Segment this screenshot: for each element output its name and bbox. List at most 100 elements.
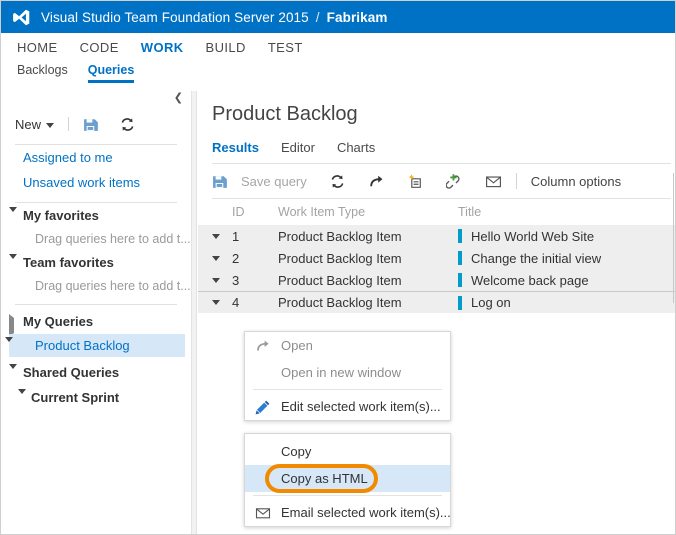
- sidebar-group-my-favorites[interactable]: My favorites: [1, 203, 191, 228]
- new-work-item-icon[interactable]: [407, 173, 424, 190]
- menu-item-label: Open in new window: [281, 365, 401, 380]
- triangle-down-icon: [18, 394, 26, 409]
- row-title: Change the initial view: [471, 251, 601, 266]
- table-row[interactable]: 4 Product Backlog Item Log on: [198, 291, 675, 313]
- menu-item-label: Copy: [281, 444, 311, 459]
- row-type: Product Backlog Item: [278, 273, 458, 288]
- visual-studio-logo-icon: [12, 8, 31, 27]
- table-row[interactable]: 1 Product Backlog Item Hello World Web S…: [198, 225, 675, 247]
- product-name: Visual Studio Team Foundation Server 201…: [41, 10, 309, 25]
- row-title: Welcome back page: [471, 273, 589, 288]
- row-id: 4: [228, 295, 278, 310]
- menu-separator: [253, 495, 442, 496]
- query-tabs: Results Editor Charts: [198, 126, 675, 163]
- panel-splitter[interactable]: [191, 91, 197, 534]
- sidebar-group-team-favorites[interactable]: Team favorites: [1, 250, 191, 275]
- row-expander[interactable]: [212, 300, 228, 305]
- triangle-down-icon: [5, 342, 13, 357]
- work-item-type-color-bar: [458, 251, 462, 265]
- sidebar-collapse-row: ❮: [1, 91, 191, 109]
- nav-item-test[interactable]: TEST: [268, 40, 303, 55]
- menu-item-email-selected-work-items[interactable]: Email selected work item(s)...: [245, 499, 450, 526]
- title-bar: Visual Studio Team Foundation Server 201…: [1, 1, 676, 33]
- subnav-item-backlogs[interactable]: Backlogs: [17, 63, 68, 83]
- refresh-icon[interactable]: [329, 173, 346, 190]
- triangle-down-icon: [212, 300, 220, 305]
- row-id: 2: [228, 251, 278, 266]
- tab-results[interactable]: Results: [212, 140, 259, 163]
- menu-item-label: Email selected work item(s)...: [281, 505, 451, 520]
- triangle-down-icon: [9, 369, 17, 384]
- nav-item-work[interactable]: WORK: [141, 40, 184, 55]
- menu-item-label: Edit selected work item(s)...: [281, 399, 441, 414]
- sidebar-hint-team-favorites: Drag queries here to add t...: [1, 275, 191, 297]
- row-title-cell: Welcome back page: [458, 273, 675, 288]
- subnav-item-queries[interactable]: Queries: [88, 63, 135, 83]
- row-type: Product Backlog Item: [278, 251, 458, 266]
- row-title: Hello World Web Site: [471, 229, 594, 244]
- triangle-down-icon: [212, 234, 220, 239]
- sidebar-tree-label: My Queries: [23, 314, 93, 329]
- sidebar-toolbar: New: [1, 109, 191, 139]
- save-queries-icon[interactable]: [83, 116, 100, 133]
- menu-item-copy-as-html[interactable]: Copy as HTML: [245, 465, 450, 492]
- row-title-cell: Log on: [458, 295, 675, 310]
- row-expander[interactable]: [212, 278, 228, 283]
- menu-item-open[interactable]: Open: [245, 332, 450, 359]
- context-menu-primary: Open Open in new window Edit selected wo…: [244, 331, 451, 421]
- menu-item-open-in-new-window[interactable]: Open in new window: [245, 359, 450, 386]
- new-query-label: New: [15, 117, 41, 132]
- add-link-icon[interactable]: [446, 173, 463, 190]
- table-row[interactable]: 3 Product Backlog Item Welcome back page: [198, 269, 675, 291]
- grid-vertical-scrollbar[interactable]: [673, 173, 674, 303]
- sidebar-tree-my-queries[interactable]: My Queries: [1, 309, 191, 334]
- sidebar-link-assigned-to-me[interactable]: Assigned to me: [1, 145, 191, 170]
- sidebar-tree-current-sprint[interactable]: Current Sprint: [1, 385, 191, 410]
- table-row[interactable]: 2 Product Backlog Item Change the initia…: [198, 247, 675, 269]
- row-type: Product Backlog Item: [278, 295, 458, 310]
- nav-item-code[interactable]: CODE: [80, 40, 119, 55]
- context-menu-secondary: Copy Copy as HTML Email selected work it…: [244, 433, 451, 527]
- row-title-cell: Hello World Web Site: [458, 229, 675, 244]
- new-query-button[interactable]: New: [15, 117, 54, 132]
- nav-item-build[interactable]: BUILD: [206, 40, 246, 55]
- secondary-nav: Backlogs Queries: [1, 63, 676, 89]
- sidebar-divider-3: [15, 304, 177, 305]
- column-options-button[interactable]: Column options: [531, 174, 621, 189]
- grid-header-id[interactable]: ID: [228, 205, 278, 219]
- sidebar-tree-label: Shared Queries: [23, 365, 119, 380]
- save-query-label[interactable]: Save query: [241, 174, 307, 189]
- sidebar-link-unsaved-work-items[interactable]: Unsaved work items: [1, 170, 191, 195]
- sidebar-query-label: Product Backlog: [35, 338, 130, 353]
- menu-separator: [253, 389, 442, 390]
- sidebar-query-product-backlog[interactable]: Product Backlog: [9, 334, 185, 357]
- open-arrow-icon: [255, 338, 271, 354]
- chevron-left-icon[interactable]: ❮: [174, 92, 183, 104]
- save-query-icon[interactable]: [212, 173, 229, 190]
- row-expander[interactable]: [212, 256, 228, 261]
- grid-header-title[interactable]: Title: [458, 205, 675, 219]
- row-expander[interactable]: [212, 234, 228, 239]
- triangle-down-icon: [212, 256, 220, 261]
- refresh-icon[interactable]: [119, 116, 136, 133]
- grid-header-row: ID Work Item Type Title: [198, 199, 675, 225]
- primary-nav: HOME CODE WORK BUILD TEST: [1, 33, 676, 61]
- sidebar-tree-shared-queries[interactable]: Shared Queries: [1, 360, 191, 385]
- grid-header-type[interactable]: Work Item Type: [278, 205, 458, 219]
- work-item-type-color-bar: [458, 296, 462, 310]
- tab-editor[interactable]: Editor: [281, 140, 315, 163]
- menu-item-edit-selected-work-items[interactable]: Edit selected work item(s)...: [245, 393, 450, 420]
- titlebar-separator: /: [316, 10, 320, 25]
- email-icon[interactable]: [485, 173, 502, 190]
- nav-item-home[interactable]: HOME: [17, 40, 58, 55]
- row-id: 3: [228, 273, 278, 288]
- open-arrow-icon[interactable]: [368, 173, 385, 190]
- sidebar-tree-label: Current Sprint: [31, 390, 119, 405]
- menu-item-copy[interactable]: Copy: [245, 438, 450, 465]
- project-name[interactable]: Fabrikam: [327, 10, 388, 25]
- toolbar-divider: [516, 173, 517, 189]
- tab-charts[interactable]: Charts: [337, 140, 375, 163]
- pencil-icon: [255, 399, 271, 415]
- triangle-right-icon: [9, 318, 14, 333]
- triangle-down-icon: [212, 278, 220, 283]
